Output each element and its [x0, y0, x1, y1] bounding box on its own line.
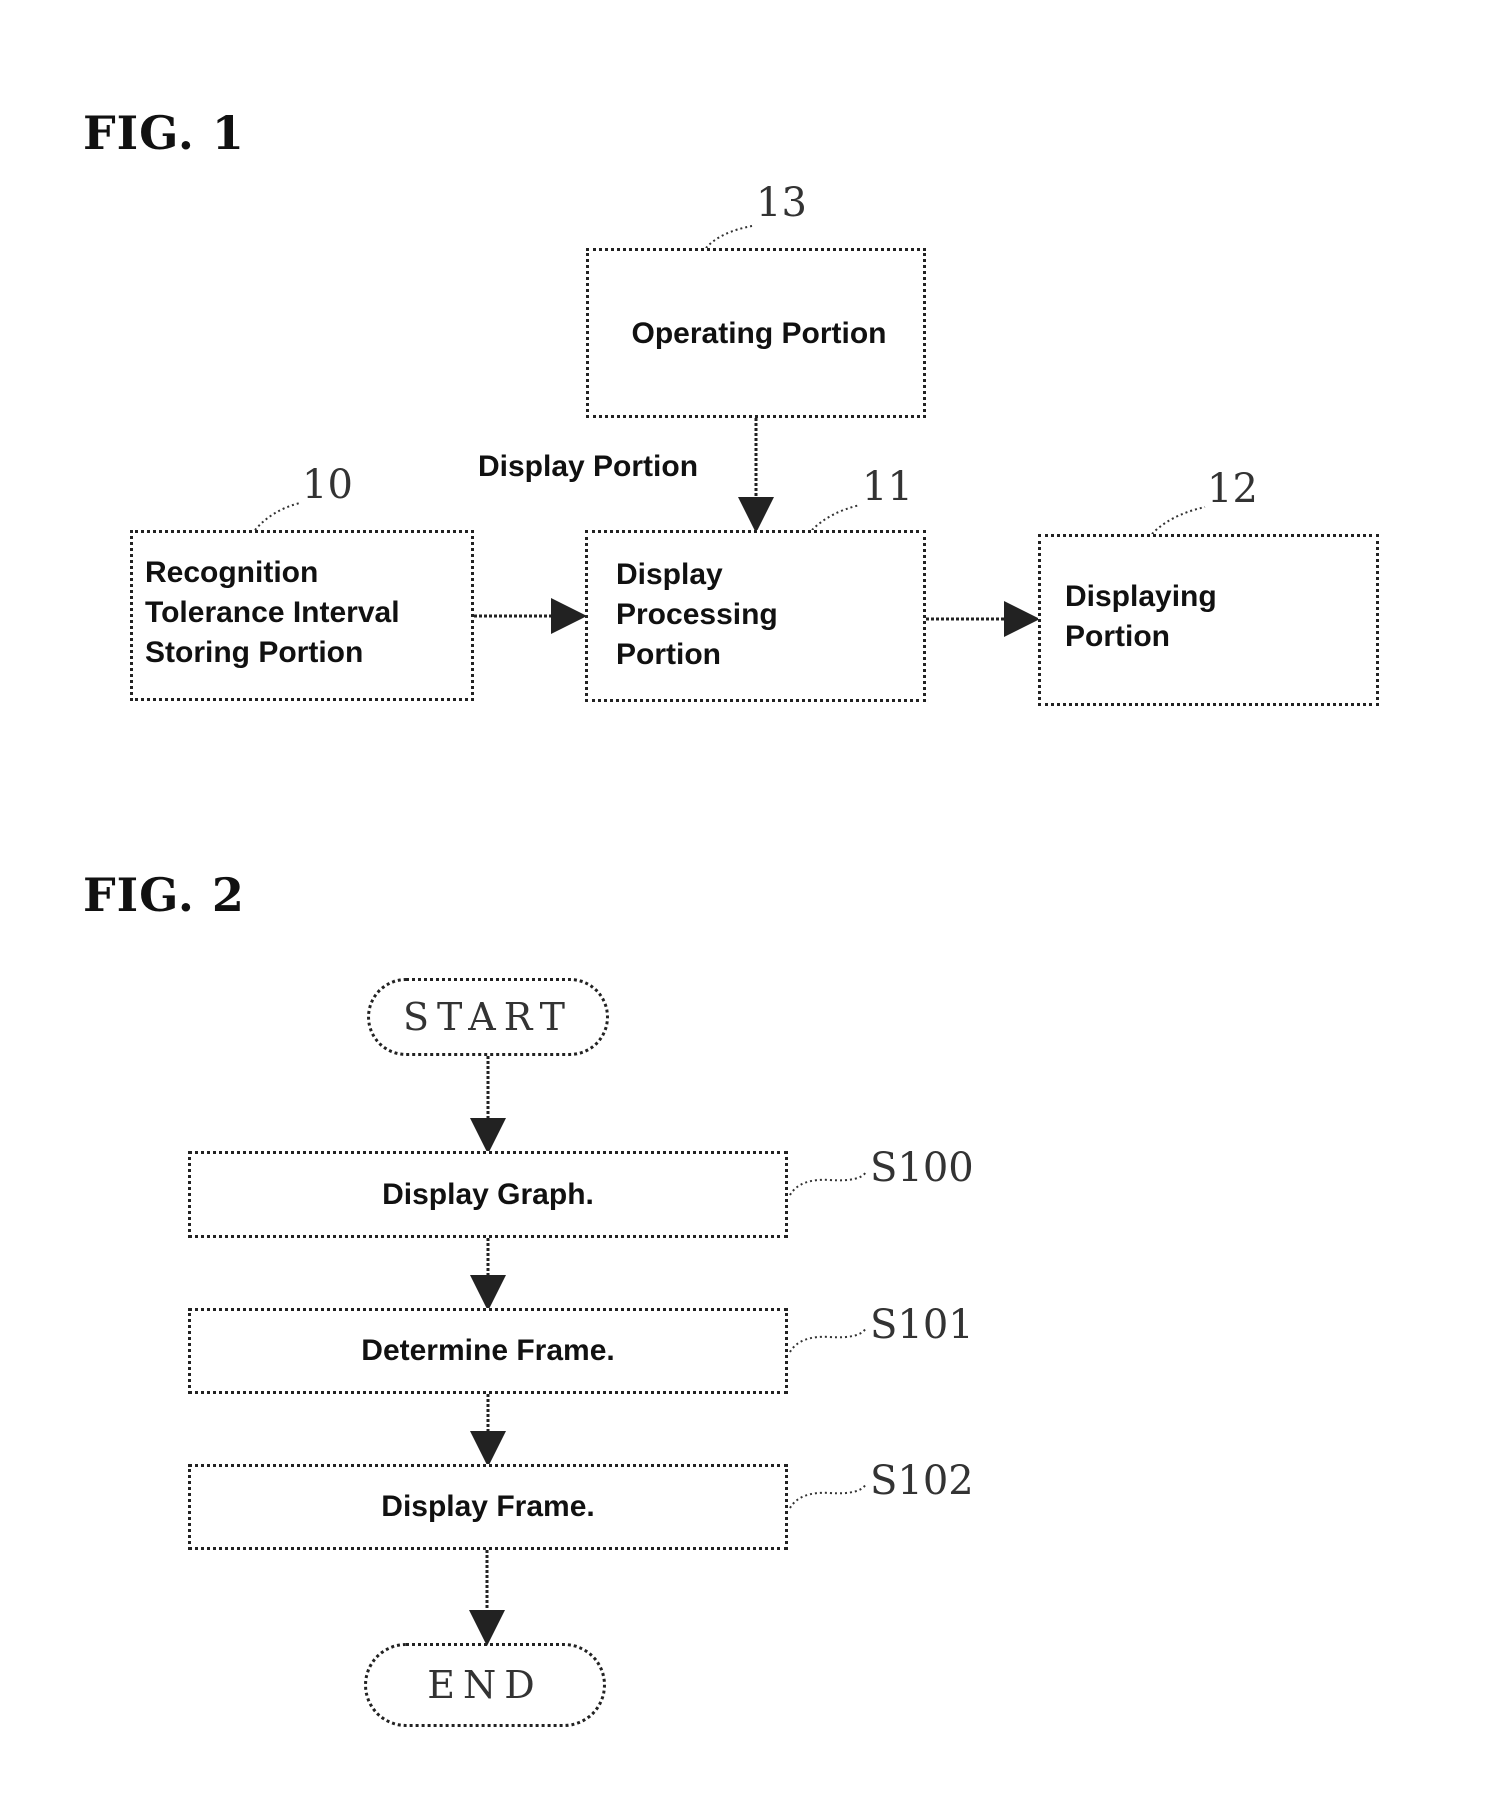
ref-13: 13 [756, 180, 807, 226]
ref-12: 12 [1207, 466, 1258, 512]
operating-portion-block: Operating Portion [586, 248, 926, 418]
block-10-line-3: Storing Portion [145, 636, 364, 669]
block-10-line-2: Tolerance Interval [145, 596, 400, 629]
leader-s101 [789, 1327, 867, 1353]
step-s101-label: Determine Frame. [361, 1334, 615, 1367]
step-s102-label: Display Frame. [381, 1490, 595, 1523]
block-10-line-1: Recognition [145, 556, 319, 589]
leader-10 [254, 502, 301, 531]
leader-13 [705, 225, 753, 249]
block-12-line-2: Portion [1065, 620, 1170, 653]
step-s100-block: Display Graph. [188, 1151, 788, 1238]
end-terminal: END [364, 1643, 606, 1727]
fig2-title: FIG. 2 [83, 868, 245, 922]
block-12-line-1: Displaying [1065, 580, 1217, 613]
step-s100-label: Display Graph. [382, 1177, 594, 1211]
block-11-line-1: Display [616, 558, 723, 591]
ref-11: 11 [862, 464, 913, 510]
leader-11 [811, 504, 861, 531]
displaying-portion-block: Displaying Portion [1038, 534, 1379, 706]
display-processing-portion-block: Display Processing Portion [585, 530, 926, 702]
recognition-tolerance-interval-storing-portion-block: Recognition Tolerance Interval Storing P… [130, 530, 474, 701]
leader-s100 [789, 1171, 867, 1196]
block-11-line-2: Processing [616, 598, 778, 631]
ref-s101: S101 [870, 1302, 974, 1348]
ref-s100: S100 [870, 1145, 974, 1191]
block-11-line-3: Portion [616, 638, 721, 671]
display-portion-arrow-label: Display Portion [478, 450, 699, 483]
ref-s102: S102 [870, 1458, 974, 1504]
fig1-title: FIG. 1 [83, 106, 245, 160]
step-s101-block: Determine Frame. [188, 1308, 788, 1394]
operating-portion-label: Operating Portion [631, 317, 887, 350]
ref-10: 10 [302, 462, 353, 508]
leader-s102 [789, 1483, 867, 1509]
step-s102-block: Display Frame. [188, 1464, 788, 1550]
start-terminal: START [367, 978, 609, 1056]
leader-12 [1151, 506, 1206, 535]
